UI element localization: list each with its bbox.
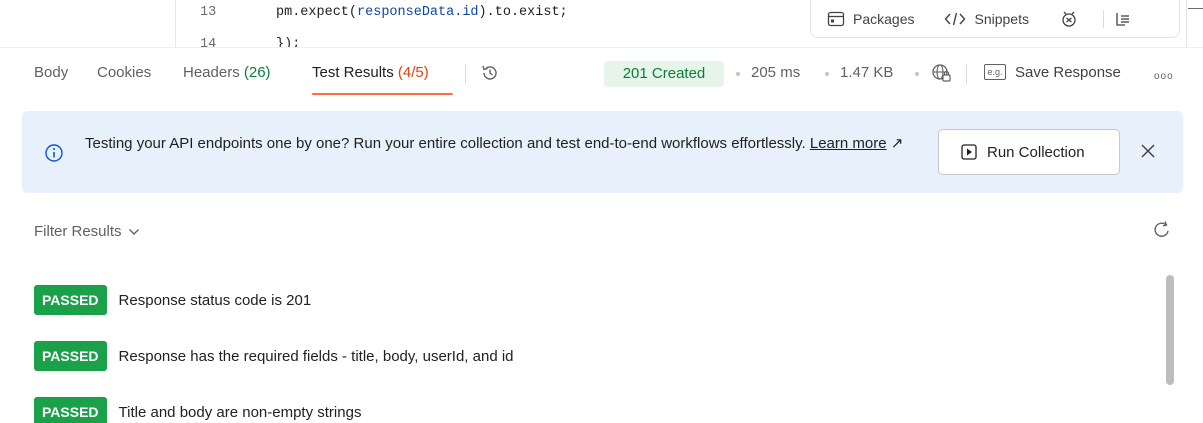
status-badge[interactable]: 201 Created: [604, 61, 724, 87]
banner-message: Testing your API endpoints one by one? R…: [85, 135, 904, 152]
more-options-icon[interactable]: ooo: [1154, 71, 1174, 82]
separator-dot: [915, 72, 919, 76]
run-collection-button[interactable]: Run Collection: [938, 129, 1120, 175]
packages-button[interactable]: Packages: [827, 11, 914, 27]
response-size[interactable]: 1.47 KB: [840, 64, 893, 81]
example-icon: e.g.: [984, 64, 1006, 80]
separator-dot: [736, 72, 740, 76]
passed-badge: PASSED: [34, 397, 107, 423]
editor-toolbar: Packages Snippets: [810, 0, 1180, 38]
minimize-icon[interactable]: [1188, 8, 1203, 9]
line-number: 14: [200, 37, 217, 47]
results-scrollbar[interactable]: [1166, 275, 1174, 385]
packages-label: Packages: [853, 10, 915, 27]
code-brackets-icon: [945, 12, 966, 25]
learn-more-link[interactable]: Learn more: [810, 135, 887, 152]
passed-badge: PASSED: [34, 285, 107, 315]
package-icon: [827, 11, 845, 26]
tabs-divider: [465, 64, 466, 84]
flow-icon: [1062, 11, 1076, 27]
chevron-down-icon: [128, 228, 139, 235]
code-editor[interactable]: 13 pm.expect(responseData.id).to.exist; …: [0, 0, 1203, 47]
test-name: Response has the required fields - title…: [118, 347, 514, 365]
separator-dot: [825, 72, 829, 76]
broom-icon: [1116, 12, 1129, 26]
active-tab-indicator: [312, 93, 453, 95]
external-link-icon: ↗: [890, 135, 904, 152]
test-name: Response status code is 201: [118, 291, 312, 309]
code-text: pm.expect(responseData.id).to.exist;: [276, 5, 568, 20]
tab-headers[interactable]: Headers (26): [183, 64, 271, 81]
snippets-label: Snippets: [974, 10, 1029, 27]
pane-divider: [1186, 0, 1187, 47]
info-banner: Testing your API endpoints one by one? R…: [22, 111, 1183, 193]
tab-body[interactable]: Body: [34, 64, 68, 81]
history-icon[interactable]: [480, 63, 500, 86]
tab-test-results[interactable]: Test Results (4/5): [312, 64, 429, 81]
flows-button[interactable]: [1059, 9, 1087, 29]
line-number: 13: [200, 5, 217, 20]
filter-results-label: Filter Results: [34, 223, 122, 240]
status-divider: [966, 64, 967, 84]
filter-results-dropdown[interactable]: Filter Results: [34, 223, 140, 240]
test-name: Title and body are non-empty strings: [118, 403, 362, 421]
run-collection-label: Run Collection: [987, 143, 1085, 161]
play-icon: [961, 144, 977, 160]
info-icon: [44, 143, 64, 166]
code-text: });: [276, 37, 301, 47]
clear-button[interactable]: [1114, 10, 1140, 28]
editor-gutter-divider: [175, 0, 176, 47]
close-icon[interactable]: [1139, 142, 1157, 163]
response-tabs: Body Cookies Headers (26) Test Results (…: [0, 47, 1203, 97]
passed-badge: PASSED: [34, 341, 107, 371]
save-response-button[interactable]: Save Response: [1015, 64, 1121, 81]
refresh-icon[interactable]: [1152, 220, 1172, 243]
snippets-button[interactable]: Snippets: [944, 10, 1029, 27]
test-result-row: PASSED Title and body are non-empty stri…: [34, 397, 361, 423]
test-result-row: PASSED Response has the required fields …: [34, 341, 514, 371]
toolbar-divider: [1102, 9, 1104, 28]
network-globe-icon[interactable]: [931, 63, 951, 86]
response-time[interactable]: 205 ms: [751, 64, 800, 81]
test-result-row: PASSED Response status code is 201: [34, 285, 311, 315]
tab-cookies[interactable]: Cookies: [97, 64, 151, 81]
